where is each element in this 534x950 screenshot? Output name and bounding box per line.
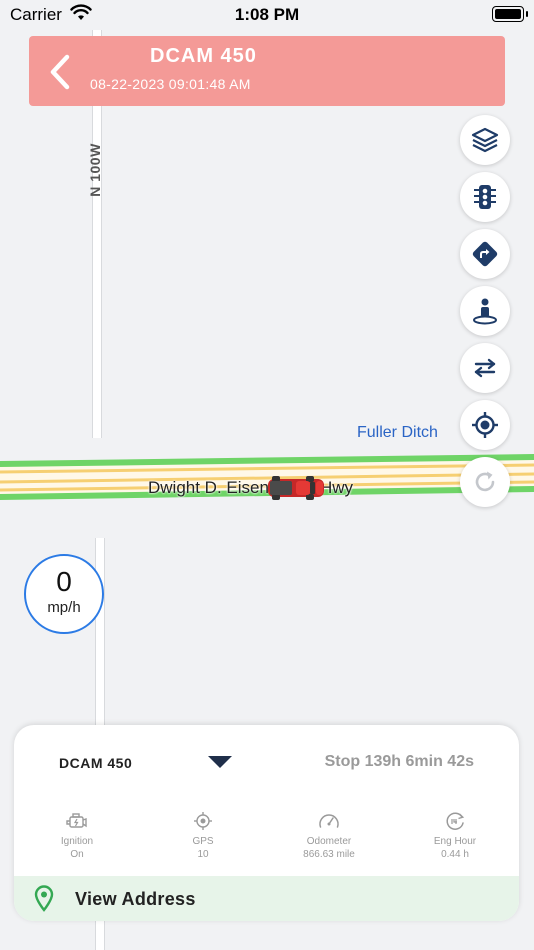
location-pin-icon: [34, 885, 54, 912]
stat-gps: GPS 10: [158, 811, 248, 861]
stat-odometer-value: 866.63 mile: [303, 849, 355, 860]
traffic-button[interactable]: [460, 172, 510, 222]
vehicle-marker-icon[interactable]: [266, 473, 326, 503]
refresh-button[interactable]: [460, 457, 510, 507]
stat-odometer-label: Odometer: [306, 836, 352, 847]
vehicle-header: DCAM 450 08-22-2023 09:01:48 AM: [29, 36, 505, 106]
engine-icon: [66, 813, 87, 828]
refresh-icon: [475, 471, 495, 492]
stat-eng-hour: Eng Hour 0.44 h: [410, 811, 500, 861]
device-name: DCAM 450: [59, 755, 133, 771]
stat-ignition-label: Ignition: [60, 836, 94, 847]
stat-odometer: Odometer 866.63 mile: [284, 811, 374, 861]
traffic-light-icon: [474, 185, 496, 209]
vehicle-timestamp: 08-22-2023 09:01:48 AM: [90, 76, 251, 92]
back-button[interactable]: [43, 52, 79, 92]
odometer-icon: [319, 814, 339, 828]
vehicle-info-panel: DCAM 450 Stop 139h 6min 42s Ignition On …: [14, 725, 519, 921]
layers-icon: [471, 127, 499, 153]
speed-unit: mp/h: [47, 599, 81, 616]
locate-icon: [472, 412, 498, 438]
view-address-button[interactable]: View Address: [14, 876, 519, 921]
swap-button[interactable]: [460, 343, 510, 393]
vehicle-title: DCAM 450: [150, 45, 257, 67]
dropdown-button[interactable]: [207, 755, 233, 769]
street-view-icon: [473, 298, 497, 325]
directions-icon: [472, 241, 498, 267]
status-bar: Carrier 1:08 PM: [0, 0, 534, 30]
stat-eng-hour-label: Eng Hour: [433, 836, 477, 847]
stat-eng-hour-value: 0.44 h: [441, 849, 469, 860]
battery-icon: [492, 6, 528, 22]
street-view-button[interactable]: [460, 286, 510, 336]
stat-ignition: Ignition On: [32, 811, 122, 861]
clock: 1:08 PM: [234, 5, 300, 24]
stat-ignition-value: On: [70, 849, 84, 860]
layers-button[interactable]: [460, 115, 510, 165]
speed-value: 0: [56, 566, 72, 597]
road-label: N 100W: [87, 143, 103, 197]
gps-icon: [194, 812, 212, 830]
stat-gps-value: 10: [197, 849, 209, 860]
engine-hours-icon: [446, 812, 465, 830]
swap-icon: [474, 358, 496, 378]
stop-status: Stop 139h 6min 42s: [324, 753, 474, 770]
place-label: Fuller Ditch: [357, 424, 438, 441]
speed-indicator: 0 mp/h: [24, 554, 104, 634]
stat-gps-label: GPS: [192, 836, 214, 847]
directions-button[interactable]: [460, 229, 510, 279]
locate-button[interactable]: [460, 400, 510, 450]
view-address-label: View Address: [75, 889, 196, 909]
